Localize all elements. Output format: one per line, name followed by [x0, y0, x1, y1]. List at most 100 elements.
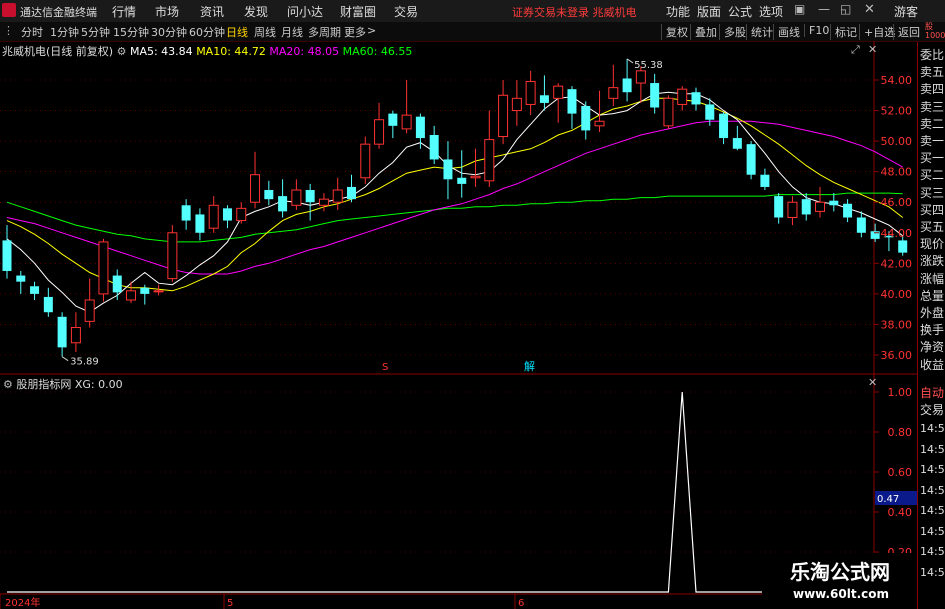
sidebar-item-9[interactable]: 买四: [920, 201, 944, 218]
maximize-icon[interactable]: ⤢: [851, 43, 860, 57]
close-pane-icon[interactable]: ✕: [868, 376, 877, 389]
candle-body-up: [553, 85, 564, 99]
btn-huaxian[interactable]: 画线: [773, 24, 800, 40]
btn-f10[interactable]: F10: [804, 24, 829, 37]
period-monthly[interactable]: 月线: [281, 24, 303, 40]
candle-body-down: [898, 240, 908, 253]
candle-body-up: [787, 201, 798, 219]
period-1min[interactable]: 1分钟: [50, 24, 79, 40]
auto-trade-toggle[interactable]: 自动: [920, 384, 944, 401]
candle-body-up: [84, 299, 95, 322]
menu-item-wenxiaoda[interactable]: 问小达: [287, 3, 323, 20]
watermark-url: www.60lt.com: [793, 587, 890, 601]
sidebar-item-0[interactable]: 委比: [920, 46, 944, 63]
user-name[interactable]: 游客: [894, 3, 918, 20]
sidebar-item-8[interactable]: 买三: [920, 184, 944, 201]
sidebar-item-18[interactable]: 收益: [920, 356, 944, 373]
sidebar-item-2[interactable]: 卖四: [920, 80, 944, 97]
sidebar-item-12[interactable]: 涨跌: [920, 252, 944, 269]
menu-item-faxian[interactable]: 发现: [244, 3, 268, 20]
indicator-title[interactable]: 股朋指标网 XG: 0.00: [16, 378, 122, 391]
menu-item-xuanxiang[interactable]: 选项: [759, 3, 783, 20]
period-60min[interactable]: 60分钟: [189, 24, 225, 40]
menu-item-jiaoyi[interactable]: 交易: [394, 3, 418, 20]
sidebar-item-1[interactable]: 卖五: [920, 63, 944, 80]
candle-body-up: [374, 119, 385, 145]
sidebar-item-4[interactable]: 卖二: [920, 115, 944, 132]
candle-body-down: [112, 275, 122, 293]
btn-diejia[interactable]: 叠加: [690, 24, 717, 40]
indicator-tick-label: 0.40: [888, 506, 913, 519]
settings-icon[interactable]: ⚙: [3, 378, 13, 391]
unit-badge: 股 1000: [925, 22, 945, 40]
menu-item-caifuquan[interactable]: 财富圈: [340, 3, 376, 20]
close-pane-icon[interactable]: ✕: [868, 43, 877, 56]
candle-body-down: [719, 113, 729, 139]
x-axis-label: 6: [518, 598, 524, 609]
sidebar-item-5[interactable]: 卖一: [920, 132, 944, 149]
menu-item-gongneng[interactable]: 功能: [666, 3, 690, 20]
candle-body-up: [126, 290, 137, 301]
sidebar-item-6[interactable]: 买一: [920, 149, 944, 166]
candle-body-up: [70, 327, 81, 344]
more-chevron-icon[interactable]: >: [367, 24, 376, 37]
candle-body-down: [264, 190, 274, 200]
period-more[interactable]: 更多: [344, 24, 366, 40]
ma20-legend: MA20: 48.05: [269, 45, 340, 58]
toolbar-handle-icon[interactable]: ⋮: [3, 24, 14, 37]
price-tick-label: 38.00: [881, 318, 913, 331]
candle-body-down: [856, 217, 866, 233]
period-multi[interactable]: 多周期: [308, 24, 341, 40]
btn-back[interactable]: 返回: [893, 24, 920, 40]
sidebar-item-11[interactable]: 现价: [920, 235, 944, 252]
sidebar-item-3[interactable]: 卖三: [920, 98, 944, 115]
period-5min[interactable]: 5分钟: [81, 24, 110, 40]
tick-time: 14:56: [920, 442, 945, 456]
stock-legend[interactable]: 兆威机电(日线 前复权): [2, 45, 113, 58]
period-weekly[interactable]: 周线: [254, 24, 276, 40]
sidebar-item-14[interactable]: 总量: [920, 287, 944, 304]
tick-time: 14:56: [920, 504, 945, 517]
close-icon[interactable]: ✕: [864, 2, 875, 17]
btn-fuquan[interactable]: 复权: [661, 24, 688, 40]
trade-label[interactable]: 交易: [920, 401, 944, 418]
signal-marker-jie: 解: [524, 359, 535, 373]
high-label: 55.38: [634, 60, 663, 71]
minimize-icon[interactable]: —: [818, 2, 830, 16]
login-notice[interactable]: 证券交易未登录 兆威机电: [512, 4, 637, 20]
menu-item-shichang[interactable]: 市场: [155, 3, 179, 20]
candle-body-up: [677, 88, 688, 105]
btn-duogu[interactable]: 多股: [719, 24, 746, 40]
candle-body-up: [608, 87, 619, 99]
sidebar-item-13[interactable]: 涨幅: [920, 270, 944, 287]
candle-body-up: [153, 290, 164, 293]
period-daily[interactable]: 日线: [226, 24, 248, 40]
sidebar-item-17[interactable]: 净资: [920, 338, 944, 355]
period-fenshi[interactable]: 分时: [21, 24, 43, 40]
candle-body-up: [208, 204, 219, 229]
menu-item-banmian[interactable]: 版面: [697, 3, 721, 20]
sidebar-item-10[interactable]: 买五: [920, 218, 944, 235]
ma5-line: [6, 91, 904, 313]
price-tick-label: 50.00: [881, 135, 913, 148]
menu-item-gongshi[interactable]: 公式: [728, 3, 752, 20]
menu-bar: 通达信金融终端 行情 市场 资讯 发现 问小达 财富圈 交易 证券交易未登录 兆…: [0, 0, 945, 23]
period-15min[interactable]: 15分钟: [113, 24, 149, 40]
sidebar-item-15[interactable]: 外盘: [920, 304, 944, 321]
menu-item-zixun[interactable]: 资讯: [200, 3, 224, 20]
menu-item-hangqing[interactable]: 行情: [112, 3, 136, 20]
account-icon[interactable]: ▣: [794, 2, 805, 16]
restore-icon[interactable]: ◱: [840, 2, 851, 16]
settings-icon[interactable]: ⚙: [117, 45, 127, 58]
btn-biaoji[interactable]: 标记: [830, 24, 857, 40]
kline-chart[interactable]: 54.00 52.00 50.00 48.00 46.00 44.00 42.00 40.00…: [0, 41, 917, 609]
period-30min[interactable]: 30分钟: [151, 24, 187, 40]
candle-body-down: [278, 196, 288, 212]
price-tick-label: 36.00: [881, 349, 913, 362]
btn-tongji[interactable]: 统计: [746, 24, 773, 40]
sidebar-item-7[interactable]: 买二: [920, 166, 944, 183]
candle-body-down: [388, 113, 398, 126]
candle-body-down: [650, 83, 660, 108]
sidebar-item-16[interactable]: 换手: [920, 321, 944, 338]
btn-add-watchlist[interactable]: +自选: [859, 24, 895, 40]
